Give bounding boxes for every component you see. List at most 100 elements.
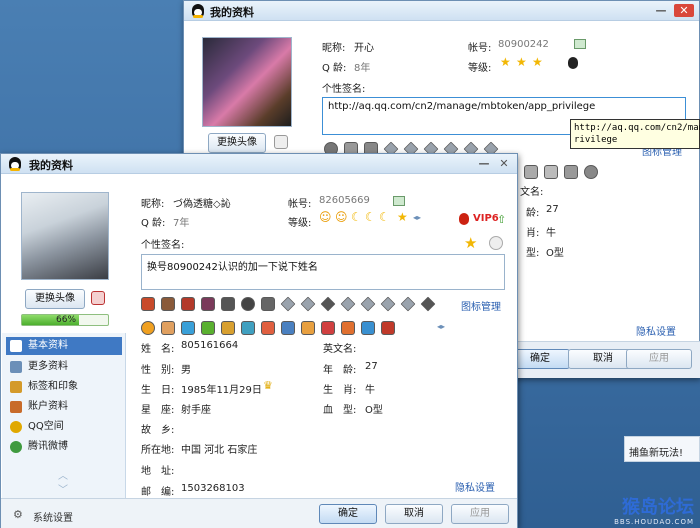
vip-badge-text: VIP6 [473, 213, 499, 224]
vip-upgrade-icon[interactable]: ⇧ [497, 213, 506, 226]
pasture-icon[interactable] [201, 321, 215, 335]
weibo-icon [10, 441, 22, 453]
blood-value: O型 [365, 405, 383, 416]
car-icon[interactable] [161, 297, 175, 311]
icon-row-next-icon[interactable]: ◂▸ [437, 322, 445, 331]
signature-star-icon[interactable]: ★ [464, 234, 477, 252]
back-account-label: 帐号: [468, 43, 492, 54]
tooltip-line-1: http://aq.qq.com/cn2/man [574, 123, 700, 133]
sidebar-item-label: 更多资料 [28, 361, 68, 372]
back-blood: O型 [546, 248, 564, 259]
gift-icon[interactable] [321, 321, 335, 335]
news-text[interactable]: 捕鱼新玩法! [629, 444, 683, 459]
book-icon[interactable] [281, 321, 295, 335]
phone-icon[interactable] [261, 297, 275, 311]
age-value: 27 [365, 361, 378, 372]
scroll-down-icon[interactable]: ﹀ [58, 481, 68, 496]
bag-icon[interactable] [261, 321, 275, 335]
front-nickname: づ偽透糖◇訫 [173, 199, 231, 210]
fish-icon[interactable] [381, 321, 395, 335]
diamond-icon[interactable] [360, 296, 376, 312]
tag-icon [10, 381, 22, 393]
front-privacy-link[interactable]: 隐私设置 [455, 479, 495, 494]
minimize-icon[interactable]: — [477, 157, 491, 170]
pet-icon[interactable] [141, 297, 155, 311]
back-nickname: 开心 [354, 43, 374, 54]
front-qage-label: Q 龄: [141, 218, 166, 229]
front-signature-label: 个性签名: [141, 240, 185, 251]
farm-icon[interactable] [181, 321, 195, 335]
minimize-icon[interactable]: — [654, 4, 668, 17]
back-change-avatar-button[interactable]: 更换头像 [208, 133, 266, 153]
signature-people-icon[interactable] [489, 236, 503, 250]
back-window-title: 我的资料 [210, 6, 254, 19]
postcode-value: 1503268103 [181, 483, 245, 494]
birthday-crown-icon: ♛ [263, 379, 273, 392]
mail-icon[interactable] [544, 165, 558, 179]
level-sun-icon: ☺ [319, 210, 332, 224]
sidebar-item-basic-info[interactable]: 基本资料 [6, 337, 122, 355]
front-level-label: 等级: [288, 218, 312, 229]
level-more-icon[interactable]: ◂▸ [413, 213, 421, 222]
front-apply-button[interactable]: 应用 [451, 504, 509, 524]
front-avatar [21, 192, 109, 280]
age-label: 年 龄: [323, 365, 357, 376]
cake-icon[interactable] [301, 321, 315, 335]
sidebar-item-account[interactable]: 账户资料 [6, 398, 122, 416]
diamond-icon[interactable] [280, 296, 296, 312]
mail-icon[interactable] [221, 321, 235, 335]
diamond-icon[interactable] [420, 296, 436, 312]
pet-house-icon[interactable] [341, 321, 355, 335]
back-qage: 8年 [354, 63, 371, 74]
back-ok-button[interactable]: 确定 [510, 349, 570, 369]
front-ok-button[interactable]: 确定 [319, 504, 377, 524]
front-cancel-button[interactable]: 取消 [385, 504, 443, 524]
game-icon[interactable] [221, 297, 235, 311]
vip-badge[interactable]: VIP6 [457, 212, 503, 226]
sidebar-item-weibo[interactable]: 腾讯微博 [6, 438, 122, 456]
music-icon[interactable] [584, 165, 598, 179]
earth-icon[interactable] [241, 321, 255, 335]
music-icon[interactable] [201, 297, 215, 311]
front-signature-field[interactable]: 换号80900242认识的加一下说下姓名 [141, 254, 505, 290]
front-icon-manage-link[interactable]: 图标管理 [461, 298, 501, 313]
vip-penguin-icon [459, 213, 469, 225]
sidebar-item-more-info[interactable]: 更多资料 [6, 358, 122, 376]
sidebar-item-qzone[interactable]: QQ空间 [6, 418, 122, 436]
diamond-icon[interactable] [380, 296, 396, 312]
sidebar-item-label: QQ空间 [28, 421, 64, 432]
diamond-icon[interactable] [400, 296, 416, 312]
scroll-up-icon[interactable]: ︿ [58, 467, 68, 482]
diamond-icon[interactable] [320, 296, 336, 312]
account-copy-icon[interactable] [574, 39, 586, 49]
back-apply-button[interactable]: 应用 [626, 349, 692, 369]
star-icon [10, 421, 22, 433]
system-settings-gear-icon[interactable]: ⚙ [13, 508, 23, 521]
level-moon-icon: ☾ [351, 210, 362, 224]
front-change-avatar-button[interactable]: 更换头像 [25, 289, 85, 309]
account-copy-icon[interactable] [393, 196, 405, 206]
sidebar-item-tags[interactable]: 标签和印象 [6, 378, 122, 396]
diamond-icon[interactable] [340, 296, 356, 312]
video-icon[interactable] [564, 165, 578, 179]
close-icon[interactable]: ✕ [497, 157, 511, 170]
house-icon[interactable] [181, 297, 195, 311]
qzone-icon[interactable] [141, 321, 155, 335]
avatar-frame-icon[interactable] [274, 135, 288, 149]
diamond-icon[interactable] [300, 296, 316, 312]
gender-label: 性 别: [141, 365, 175, 376]
ball-icon[interactable] [241, 297, 255, 311]
sidebar-item-label: 腾讯微博 [28, 441, 68, 452]
back-privacy-link[interactable]: 隐私设置 [636, 323, 676, 338]
profile-progress-bar: 66% [21, 314, 109, 326]
back-qage-label: Q 龄: [322, 63, 347, 74]
level-sun-icon: ☺ [335, 210, 348, 224]
zodiac-value: 牛 [365, 385, 375, 396]
avatar-frame-icon[interactable] [91, 291, 105, 305]
system-settings-link[interactable]: 系统设置 [33, 509, 73, 524]
flower-icon[interactable] [524, 165, 538, 179]
close-icon[interactable]: ✕ [674, 4, 694, 17]
face-icon[interactable] [161, 321, 175, 335]
show-icon[interactable] [361, 321, 375, 335]
back-zodiac: 牛 [546, 228, 556, 239]
